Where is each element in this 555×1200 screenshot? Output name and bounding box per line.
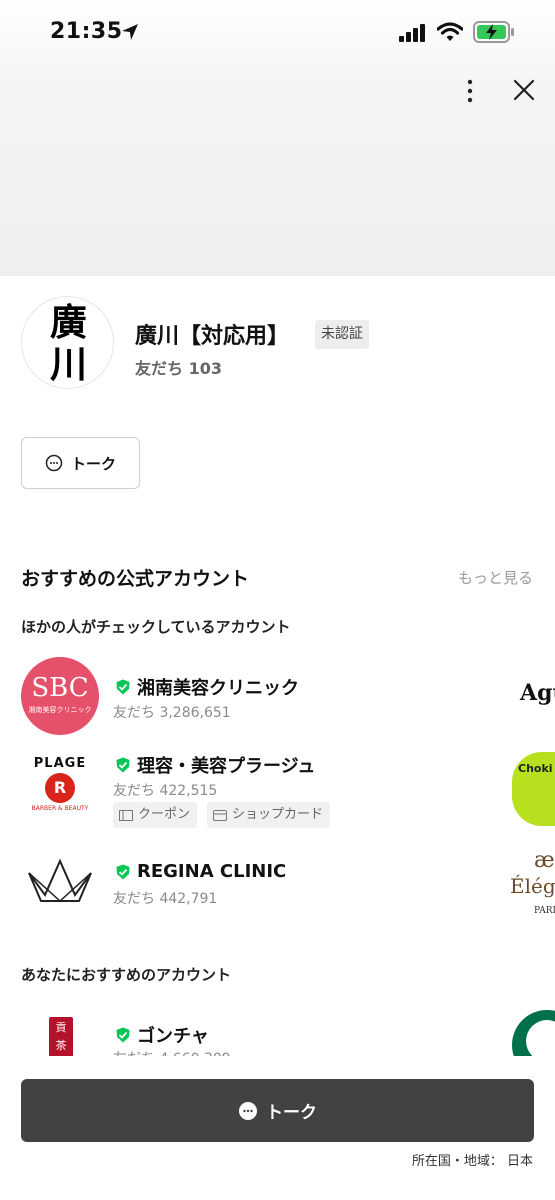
side-logo-ae: æ	[534, 848, 555, 873]
account-name-row[interactable]: 湘南美容クリニック	[115, 674, 299, 700]
talk-button-label: トーク	[70, 454, 116, 473]
country-region: 所在国・地域： 日本	[411, 1154, 533, 1169]
account-name-row[interactable]: REGINA CLINIC	[115, 861, 286, 882]
profile-avatar[interactable]: 廣 川	[21, 296, 114, 389]
account-friends: 友だち 442,791	[113, 891, 218, 907]
talk-button[interactable]: トーク	[21, 1079, 534, 1142]
verified-badge-icon	[116, 679, 130, 695]
account-name: 湘南美容クリニック	[137, 678, 299, 699]
account-name: REGINA CLINIC	[137, 861, 287, 882]
wifi-icon	[437, 22, 463, 41]
friends-count: 友だち 103	[135, 359, 222, 378]
sbc-logo-text: SBC	[31, 673, 89, 703]
side-account-logo[interactable]	[506, 1010, 555, 1060]
account-logo-sbc[interactable]: SBC 湘南美容クリニック	[21, 657, 99, 735]
verified-badge-icon	[116, 864, 130, 879]
side-account-logo[interactable]: Agu	[506, 680, 555, 714]
verified-badge-icon	[116, 1027, 130, 1043]
side-logo-subtext: PARIS	[534, 906, 555, 916]
account-friends: 友だち 3,286,651	[113, 705, 231, 721]
unverified-badge: 未認証	[315, 320, 369, 349]
gongcha-logo-mark: 貢茶	[49, 1017, 73, 1057]
coupon-chip[interactable]: クーポン	[113, 802, 198, 828]
section-title-for-you: あなたにおすすめのアカウント	[21, 966, 232, 984]
see-more-link[interactable]: もっと見る	[458, 567, 533, 588]
account-friends: 友だち 422,515	[113, 783, 218, 799]
plage-logo-text: PLAGE	[33, 756, 87, 771]
crown-logo-icon	[28, 858, 92, 903]
talk-button-small[interactable]: トーク	[21, 437, 140, 489]
side-account-logo[interactable]: Choki	[506, 752, 555, 826]
coupon-icon	[119, 809, 133, 821]
plage-logo-subtext: BARBER & BEAUTY	[31, 805, 89, 812]
sbc-logo-subtext: 湘南美容クリニック	[28, 706, 92, 714]
close-icon[interactable]	[512, 78, 536, 102]
shop-card-chip-label: ショップカード	[232, 807, 324, 822]
cellular-signal-icon	[399, 24, 425, 42]
account-name: ゴンチャ	[137, 1026, 209, 1047]
starbucks-logo-icon	[512, 1010, 555, 1060]
account-logo-plage[interactable]: PLAGE R BARBER & BEAUTY	[21, 747, 99, 825]
plage-logo-circle: R	[45, 773, 75, 803]
side-logo-text: Choki	[518, 762, 553, 775]
side-account-logo[interactable]: æ Élégan PARIS	[506, 848, 555, 922]
account-name-row[interactable]: ゴンチャ	[115, 1022, 209, 1048]
card-icon	[213, 809, 227, 821]
verified-badge-icon	[116, 757, 130, 773]
battery-charging-icon	[473, 21, 514, 43]
chat-bubble-icon	[45, 454, 63, 472]
location-arrow-icon	[122, 24, 138, 40]
account-name: 理容・美容プラージュ	[137, 756, 316, 777]
recommended-title: おすすめの公式アカウント	[21, 568, 250, 590]
more-options-icon[interactable]	[458, 78, 482, 104]
avatar-text: 廣 川	[50, 300, 87, 386]
coupon-chip-label: クーポン	[138, 807, 191, 822]
shop-card-chip[interactable]: ショップカード	[207, 802, 331, 828]
status-time: 21:35	[50, 19, 123, 44]
account-logo-regina[interactable]	[21, 839, 99, 917]
section-title-others-checking: ほかの人がチェックしているアカウント	[21, 618, 291, 636]
side-logo-text: Élégan	[510, 874, 555, 898]
talk-button-label: トーク	[266, 1103, 317, 1123]
side-logo-text: Agu	[520, 680, 555, 706]
account-name-row[interactable]: 理容・美容プラージュ	[115, 752, 315, 778]
profile-name: 廣川【対応用】	[135, 324, 290, 349]
chat-bubble-icon	[239, 1101, 257, 1120]
